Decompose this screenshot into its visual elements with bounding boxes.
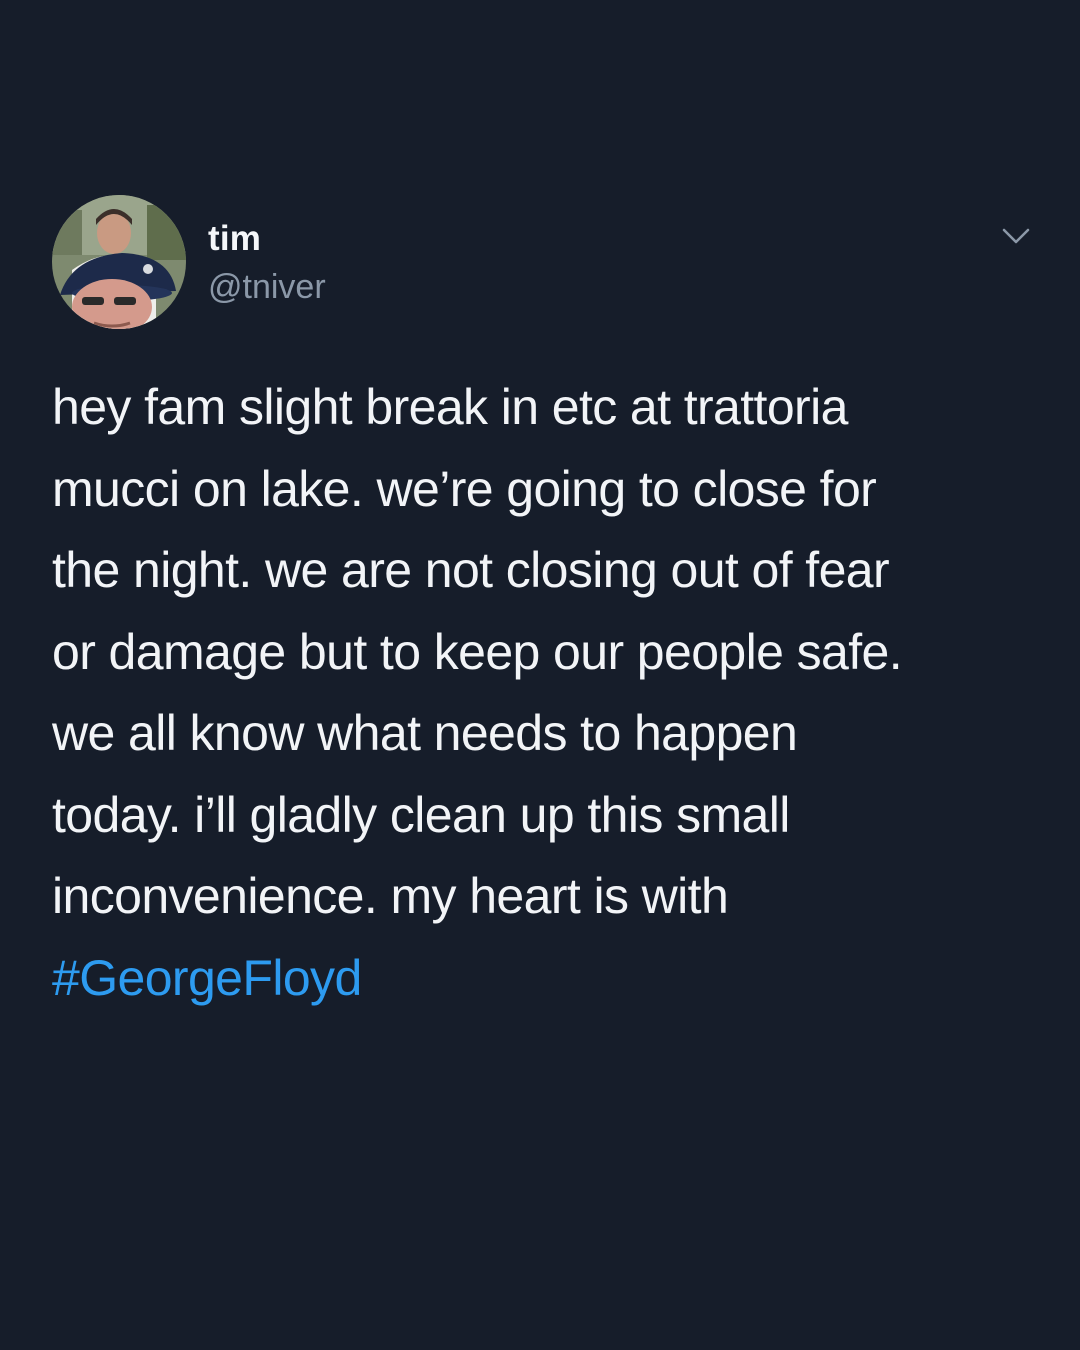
tweet-text-line: inconvenience. my heart is with [52, 868, 729, 924]
tweet-text-line: hey fam slight break in etc at trattoria [52, 379, 848, 435]
chevron-down-icon[interactable] [1000, 224, 1032, 248]
display-name[interactable]: tim [208, 217, 261, 261]
user-handle[interactable]: @tniver [208, 265, 326, 309]
tweet-text-line: the night. we are not closing out of fea… [52, 542, 890, 598]
hashtag-link[interactable]: #GeorgeFloyd [52, 938, 1042, 1020]
tweet-card: tim @tniver hey fam slight break in etc … [0, 0, 1080, 1350]
tweet-text-line: we all know what needs to happen [52, 705, 798, 761]
tweet-text: hey fam slight break in etc at trattoria… [52, 367, 1042, 1019]
avatar-photo [52, 195, 186, 329]
tweet-text-line: today. i’ll gladly clean up this small [52, 786, 790, 843]
tweet-text-line: or damage but to keep our people safe. [52, 623, 903, 680]
tweet-text-line: mucci on lake. we’re going to close for [52, 460, 877, 517]
avatar[interactable] [52, 195, 186, 329]
